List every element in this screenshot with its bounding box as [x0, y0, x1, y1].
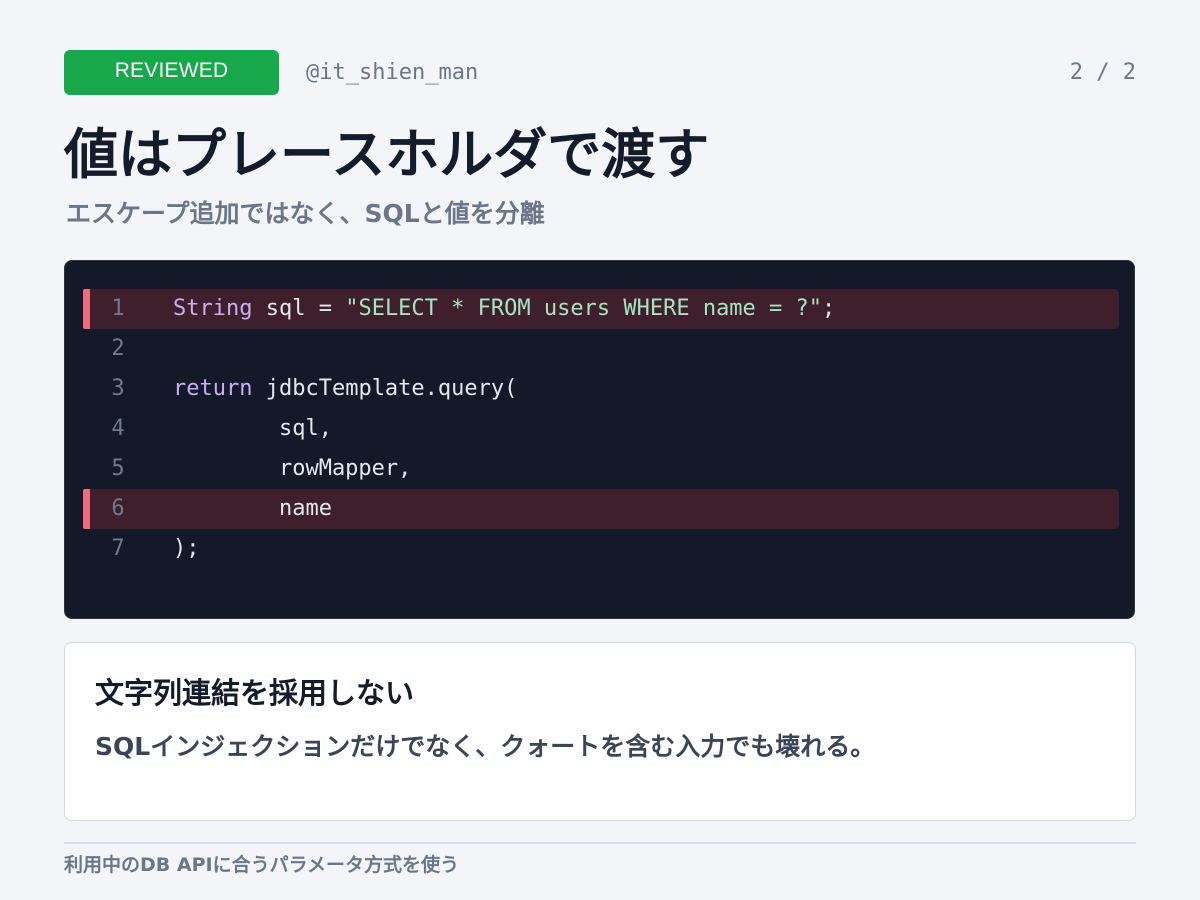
code-token-kw: String: [173, 296, 253, 321]
code-text: sql,: [173, 409, 332, 449]
code-line: 3 return jdbcTemplate.query(: [83, 369, 1119, 409]
slide-subtitle: エスケープ追加ではなく、SQLと値を分離: [66, 199, 545, 228]
code-text: name: [173, 489, 332, 529]
line-number: 2: [111, 336, 125, 361]
status-badge: REVIEWED: [64, 50, 279, 95]
footer-note: 利用中のDB APIに合うパラメータ方式を使う: [64, 854, 459, 876]
code-line: 5 rowMapper,: [83, 449, 1119, 489]
code-text: );: [173, 529, 200, 569]
code-token-plain: ;: [822, 296, 836, 321]
code-token-plain: jdbcTemplate.query(: [252, 376, 518, 401]
code-token-plain: sql =: [252, 296, 346, 321]
line-number: 1: [111, 296, 125, 321]
code-text: rowMapper,: [173, 449, 411, 489]
code-line-highlighted: 1 String sql = "SELECT * FROM users WHERE…: [83, 289, 1119, 329]
slide-title: 値はプレースホルダで渡す: [64, 123, 710, 186]
code-line: 2: [83, 329, 1119, 369]
code-text: String sql = "SELECT * FROM users WHERE …: [173, 289, 835, 329]
code-token-plain: name: [173, 496, 332, 521]
code-text: return jdbcTemplate.query(: [173, 369, 517, 409]
code-line-highlighted: 6 name: [83, 489, 1119, 529]
author-handle: @it_shien_man: [306, 60, 479, 85]
code-line: 7);: [83, 529, 1119, 569]
code-line: 4 sql,: [83, 409, 1119, 449]
code-token-kw: return: [173, 376, 253, 401]
line-number: 5: [111, 456, 125, 481]
line-number: 4: [111, 416, 125, 441]
line-number: 3: [111, 376, 125, 401]
code-block: 1 String sql = "SELECT * FROM users WHERE…: [64, 260, 1135, 619]
code-token-str: "SELECT * FROM users WHERE name = ?": [345, 296, 823, 321]
note-card: 文字列連結を採用しない SQLインジェクションだけでなく、クォートを含む入力でも…: [64, 642, 1136, 821]
note-heading: 文字列連結を採用しない: [95, 676, 415, 710]
code-token-plain: rowMapper,: [173, 456, 412, 481]
page-indicator: 2 / 2: [1069, 60, 1136, 85]
code-token-plain: );: [173, 536, 200, 561]
line-number: 6: [111, 496, 125, 521]
footer-divider: [64, 842, 1136, 844]
note-body: SQLインジェクションだけでなく、クォートを含む入力でも壊れる。: [95, 732, 876, 761]
code-token-plain: sql,: [173, 416, 332, 441]
line-number: 7: [111, 536, 125, 561]
